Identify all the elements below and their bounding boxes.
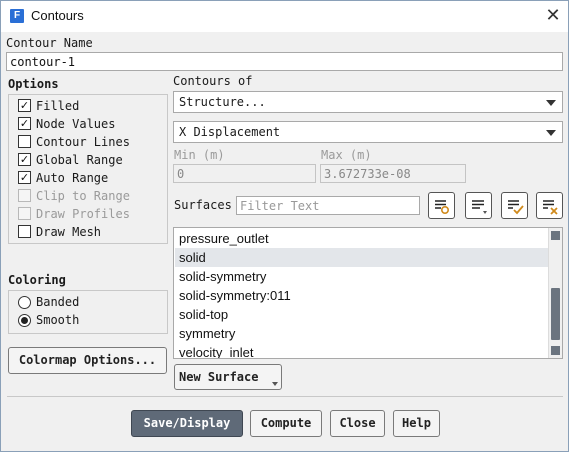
smooth-label: Smooth [36, 313, 80, 327]
banded-label: Banded [36, 295, 80, 309]
title-bar: F Contours ✕ [1, 1, 568, 32]
help-button[interactable]: Help [393, 410, 440, 437]
category-dropdown[interactable]: Structure... [173, 91, 563, 113]
list-item-selected[interactable]: solid [175, 248, 549, 267]
surfaces-label: Surfaces [174, 198, 232, 212]
contour-lines-label: Contour Lines [36, 135, 130, 149]
auto-range-label: Auto Range [36, 171, 109, 185]
min-field [173, 164, 316, 183]
scroll-down-arrow-icon[interactable] [551, 346, 560, 355]
new-surface-label: New Surface [179, 370, 259, 384]
select-all-icon[interactable] [501, 192, 528, 219]
coloring-heading: Coloring [8, 273, 66, 287]
app-icon: F [10, 9, 24, 23]
list-item[interactable]: symmetry [175, 324, 549, 343]
min-label: Min (m) [174, 148, 225, 162]
list-item[interactable]: pressure_outlet [175, 229, 549, 248]
max-field [320, 164, 466, 183]
list-item[interactable]: solid-symmetry [175, 267, 549, 286]
window-title: Contours [31, 8, 84, 23]
list-options-icon[interactable] [465, 192, 492, 219]
scrollbar-thumb[interactable] [551, 288, 560, 340]
select-by-type-icon[interactable] [428, 192, 455, 219]
coloring-group [8, 290, 168, 334]
quantity-value: X Displacement [179, 125, 281, 139]
quantity-dropdown[interactable]: X Displacement [173, 121, 563, 143]
chevron-down-icon [546, 130, 556, 136]
chevron-down-icon [272, 382, 278, 386]
contours-of-label: Contours of [173, 74, 253, 88]
compute-button[interactable]: Compute [250, 410, 322, 437]
contours-dialog: F Contours ✕ Contour Name Options ✓ Fill… [0, 0, 569, 452]
surfaces-list[interactable]: pressure_outlet solid solid-symmetry sol… [173, 227, 563, 359]
clip-to-range-label: Clip to Range [36, 189, 130, 203]
node-values-checkbox[interactable]: ✓ [18, 117, 31, 130]
node-values-label: Node Values [36, 117, 116, 131]
options-heading: Options [8, 77, 59, 91]
contour-name-input[interactable] [6, 52, 563, 71]
list-item[interactable]: solid-symmetry:011 [175, 286, 549, 305]
scrollbar[interactable] [548, 228, 562, 358]
contour-lines-checkbox[interactable] [18, 135, 31, 148]
category-value: Structure... [179, 95, 266, 109]
colormap-options-button[interactable]: Colormap Options... [8, 347, 167, 374]
draw-mesh-checkbox[interactable] [18, 225, 31, 238]
global-range-label: Global Range [36, 153, 123, 167]
save-display-button[interactable]: Save/Display [131, 410, 243, 437]
filled-label: Filled [36, 99, 80, 113]
list-item[interactable]: velocity_inlet [175, 343, 549, 358]
draw-profiles-label: Draw Profiles [36, 207, 130, 221]
global-range-checkbox[interactable]: ✓ [18, 153, 31, 166]
footer-divider [7, 396, 563, 397]
filled-checkbox[interactable]: ✓ [18, 99, 31, 112]
chevron-down-icon [546, 100, 556, 106]
contour-name-label: Contour Name [6, 36, 93, 50]
deselect-all-icon[interactable] [536, 192, 563, 219]
scroll-up-arrow-icon[interactable] [551, 231, 560, 240]
new-surface-button[interactable]: New Surface [174, 364, 282, 390]
smooth-radio[interactable] [18, 314, 31, 327]
clip-to-range-checkbox [18, 189, 31, 202]
surface-filter-input[interactable] [236, 196, 420, 215]
close-button[interactable]: Close [330, 410, 385, 437]
list-item[interactable]: solid-top [175, 305, 549, 324]
draw-mesh-label: Draw Mesh [36, 225, 102, 239]
max-label: Max (m) [321, 148, 372, 162]
banded-radio[interactable] [18, 296, 31, 309]
close-icon[interactable]: ✕ [541, 4, 565, 28]
auto-range-checkbox[interactable]: ✓ [18, 171, 31, 184]
draw-profiles-checkbox [18, 207, 31, 220]
